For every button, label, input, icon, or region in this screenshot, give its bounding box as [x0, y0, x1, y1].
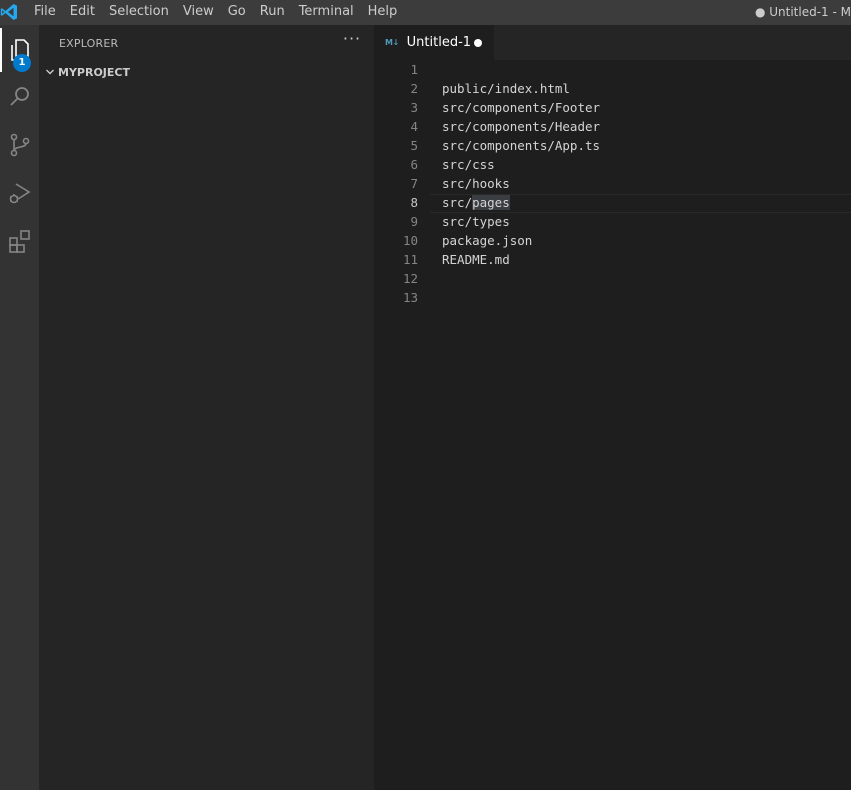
menu-run[interactable]: Run	[253, 0, 292, 25]
run-debug-icon	[9, 183, 31, 204]
more-actions-button[interactable]: ···	[340, 30, 364, 52]
line-number: 11	[402, 252, 418, 267]
menu-selection[interactable]: Selection	[102, 0, 176, 25]
markdown-icon: M↓	[385, 38, 399, 47]
line-number: 6	[410, 157, 418, 172]
code-line[interactable]: src/hooks	[442, 174, 851, 193]
line-number-active: 8	[410, 195, 418, 210]
editor-tab-bar: M↓ Untitled-1	[374, 25, 851, 60]
line-number: 3	[410, 100, 418, 115]
search-icon	[9, 87, 29, 106]
menu-file[interactable]: File	[27, 0, 63, 25]
line-number: 9	[410, 214, 418, 229]
activity-run-debug[interactable]	[0, 171, 39, 215]
line-number: 2	[410, 81, 418, 96]
code-line[interactable]: package.json	[442, 231, 851, 250]
menu-terminal[interactable]: Terminal	[292, 0, 361, 25]
activity-search[interactable]	[0, 75, 39, 119]
vscode-logo-icon[interactable]	[0, 3, 18, 21]
code-line[interactable]: src/types	[442, 212, 851, 231]
chevron-down-icon	[39, 61, 57, 83]
code-line[interactable]: src/components/Footer	[442, 98, 851, 117]
explorer-badge: 1	[13, 54, 31, 72]
line-number: 12	[402, 271, 418, 286]
line-number: 1	[410, 62, 418, 77]
line-number-gutter: 1 2 3 4 5 6 7 8 9 10 11 12 13	[374, 60, 430, 307]
code-line[interactable]	[442, 269, 851, 288]
code-lines[interactable]: public/index.html src/components/Footer …	[442, 60, 851, 307]
code-line[interactable]	[442, 60, 851, 79]
activity-bar: 1	[0, 25, 39, 790]
code-line[interactable]	[442, 288, 851, 307]
line-number: 7	[410, 176, 418, 191]
window-title: ● Untitled-1 - M	[754, 5, 851, 19]
folder-name: MYPROJECT	[58, 65, 130, 79]
title-bar: File Edit Selection View Go Run Terminal…	[0, 0, 851, 25]
code-line[interactable]: src/css	[442, 155, 851, 174]
code-line[interactable]: src/components/Header	[442, 117, 851, 136]
source-control-icon	[10, 133, 29, 157]
menu-bar: File Edit Selection View Go Run Terminal…	[27, 0, 404, 25]
code-line[interactable]: README.md	[442, 250, 851, 269]
activity-source-control[interactable]	[0, 123, 39, 167]
activity-extensions[interactable]	[0, 219, 39, 263]
menu-help[interactable]: Help	[361, 0, 405, 25]
sidebar-title: EXPLORER	[59, 37, 119, 50]
code-line-active[interactable]: src/pages	[442, 193, 851, 212]
line-number: 5	[410, 138, 418, 153]
unsaved-dot-icon[interactable]	[474, 39, 482, 47]
explorer-sidebar: EXPLORER ··· MYPROJECT	[39, 25, 374, 790]
code-editor[interactable]: 1 2 3 4 5 6 7 8 9 10 11 12 13 public/ind…	[374, 60, 851, 790]
word-highlight: pages	[472, 195, 510, 210]
line-number: 13	[402, 290, 418, 305]
project-folder[interactable]: MYPROJECT	[39, 61, 374, 83]
menu-go[interactable]: Go	[221, 0, 253, 25]
code-text: src/	[442, 195, 473, 210]
code-line[interactable]: src/components/App.ts	[442, 136, 851, 155]
extensions-icon	[8, 230, 30, 253]
activity-explorer[interactable]: 1	[0, 28, 39, 72]
menu-view[interactable]: View	[176, 0, 221, 25]
line-number: 4	[410, 119, 418, 134]
line-number: 10	[402, 233, 418, 248]
tab-untitled-1[interactable]: M↓ Untitled-1	[374, 25, 494, 60]
menu-edit[interactable]: Edit	[63, 0, 102, 25]
code-line[interactable]: public/index.html	[442, 79, 851, 98]
tab-label: Untitled-1	[406, 35, 472, 50]
